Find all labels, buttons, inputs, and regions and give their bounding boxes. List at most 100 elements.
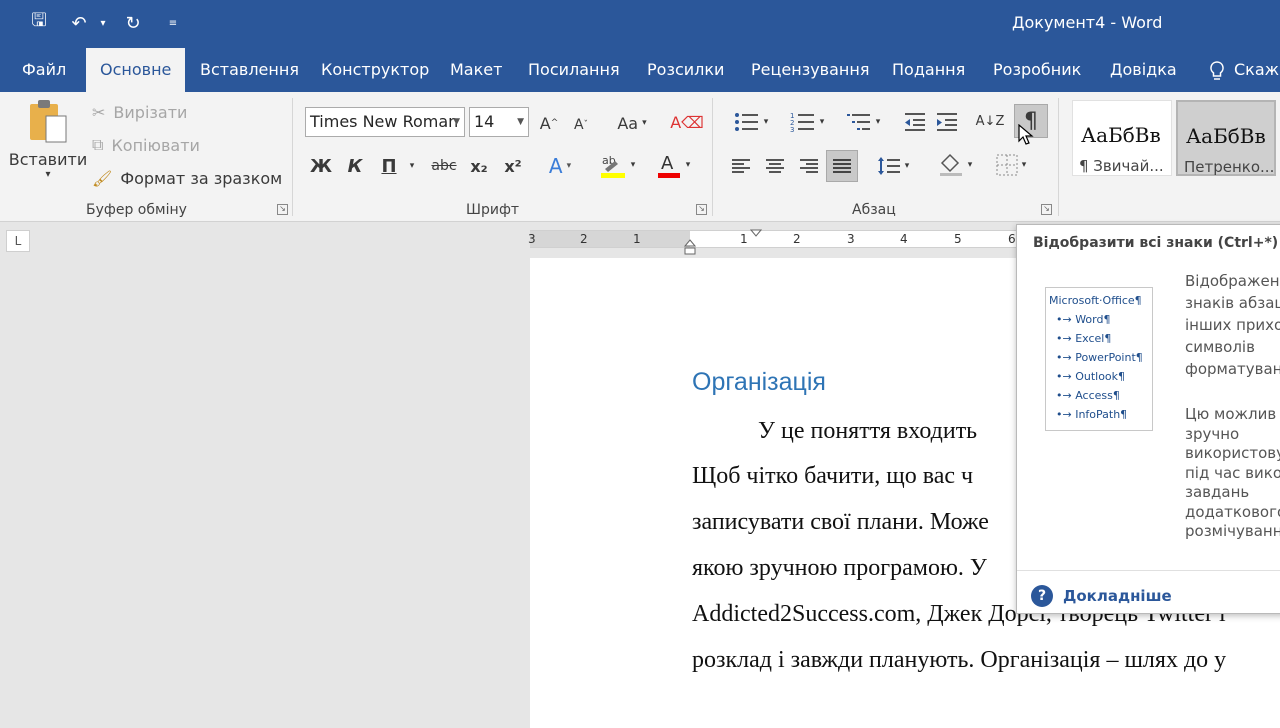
paste-button[interactable]: Вставити ▾ [8, 98, 88, 194]
sort-button[interactable]: A↓Z [975, 106, 1005, 136]
tooltip-line: знаків абзац [1185, 294, 1280, 312]
font-size-value: 14 [474, 112, 495, 131]
tab-design[interactable]: Конструктор [319, 48, 431, 92]
paragraph-line: У це поняття входить [758, 418, 978, 444]
shading-button[interactable]: ▾ [932, 150, 978, 180]
numbering-button[interactable]: 1 2 3 ▾ [784, 108, 830, 136]
first-line-indent-marker[interactable] [750, 229, 762, 237]
tell-me-more-link[interactable]: Докладніше [1063, 587, 1172, 605]
underline-button[interactable]: П [376, 152, 402, 180]
sort-icon: A↓Z [975, 113, 1005, 129]
clipboard-group-label: Буфер обміну [86, 202, 187, 218]
strikethrough-button[interactable]: abc [428, 152, 460, 180]
ribbon-home: Вставити ▾ ✂ Вирізати ⧉ Копіювати 🖌 Формат … [0, 92, 1280, 222]
font-color-button[interactable]: A ▾ [650, 150, 696, 180]
justify-icon [833, 159, 851, 173]
align-center-icon [766, 159, 784, 173]
tab-references[interactable]: Посилання [526, 48, 622, 92]
style-petrenko[interactable]: АаБбВв Петренко... [1176, 100, 1276, 176]
tooltip-description-2: Цю можлив зручно використову під час вик… [1185, 405, 1280, 542]
paste-dropdown-icon[interactable]: ▾ [45, 169, 50, 180]
bullets-button[interactable]: ▾ [728, 108, 774, 136]
align-left-button[interactable] [730, 152, 752, 180]
style-sample: АаБбВв [1186, 124, 1266, 148]
scissors-icon: ✂ [92, 102, 106, 122]
align-right-button[interactable] [798, 152, 820, 180]
decrease-indent-button[interactable] [902, 108, 928, 136]
tab-layout[interactable]: Макет [448, 48, 504, 92]
cut-button[interactable]: ✂ Вирізати [92, 100, 187, 124]
tooltip-line: символів [1185, 338, 1255, 356]
group-divider [1058, 98, 1059, 216]
tooltip-line: завдань [1185, 483, 1250, 501]
decrease-indent-icon [905, 113, 925, 131]
chevron-down-icon[interactable]: ▼ [517, 108, 524, 136]
paste-label: Вставити [8, 150, 88, 169]
tooltip-divider [1017, 570, 1280, 571]
help-icon[interactable]: ? [1031, 585, 1053, 607]
tab-selector[interactable]: L [6, 230, 30, 252]
highlighter-icon: ab [600, 154, 625, 178]
tab-developer[interactable]: Розробник [991, 48, 1083, 92]
tab-review[interactable]: Рецензування [749, 48, 871, 92]
paragraph-group-label: Абзац [852, 202, 896, 218]
line-spacing-button[interactable]: ▾ [870, 152, 916, 180]
copy-button[interactable]: ⧉ Копіювати [92, 133, 200, 157]
ruler-tick: 5 [954, 232, 962, 246]
change-case-button[interactable]: Aa ▾ [610, 110, 654, 136]
paragraph-line: якою зручною програмою. У [692, 555, 987, 581]
style-normal[interactable]: АаБбВв ¶ Звичай... [1072, 100, 1172, 176]
ruler-tick: 4 [900, 232, 908, 246]
tab-insert[interactable]: Вставлення [198, 48, 301, 92]
save-icon[interactable]: 🖫 [26, 10, 52, 36]
tell-me-label: Скаж [1234, 60, 1280, 79]
underline-dropdown-icon[interactable]: ▾ [404, 152, 420, 180]
copy-label: Копіювати [111, 135, 200, 155]
tell-me-search[interactable]: Скаж [1208, 48, 1279, 92]
borders-button[interactable]: ▾ [988, 150, 1034, 180]
paintbrush-icon: 🖌 [92, 168, 113, 188]
illustration-line: •→ PowerPoint¶ [1056, 351, 1143, 364]
ruler-tick: 1 [633, 232, 641, 246]
illustration-line: •→ Excel¶ [1056, 332, 1112, 345]
multilevel-list-button[interactable]: ▾ [840, 108, 886, 136]
font-name-combo[interactable]: Times New Roman ▼ [305, 107, 465, 137]
tab-view[interactable]: Подання [890, 48, 967, 92]
tab-mailings[interactable]: Розсилки [645, 48, 726, 92]
tooltip-line: Відображен [1185, 272, 1280, 290]
undo-dropdown-icon[interactable]: ▾ [96, 10, 110, 36]
undo-icon[interactable]: ↶ [66, 10, 92, 36]
tab-help[interactable]: Довідка [1108, 48, 1179, 92]
align-center-button[interactable] [764, 152, 786, 180]
superscript-button[interactable]: x² [500, 152, 526, 180]
customize-qat-icon[interactable]: ≡ [166, 10, 180, 36]
illustration-line: •→ Access¶ [1056, 389, 1120, 402]
highlight-button[interactable]: ab ▾ [594, 150, 640, 180]
tab-home[interactable]: Основне [86, 48, 186, 92]
text-effects-button[interactable]: A ▾ [540, 152, 580, 180]
font-size-combo[interactable]: 14 ▼ [469, 107, 529, 137]
mouse-cursor-icon [1018, 124, 1034, 145]
redo-icon[interactable]: ↻ [120, 10, 146, 36]
font-launcher-icon[interactable]: ↘ [696, 204, 707, 215]
hanging-indent-marker[interactable] [684, 239, 696, 257]
illustration-line: •→ InfoPath¶ [1056, 408, 1128, 421]
increase-indent-button[interactable] [934, 108, 960, 136]
format-painter-button[interactable]: 🖌 Формат за зразком [92, 166, 282, 190]
lightbulb-icon [1210, 60, 1224, 80]
subscript-button[interactable]: x₂ [466, 152, 492, 180]
italic-button[interactable]: К [342, 152, 368, 180]
tooltip-line: форматуван [1185, 360, 1280, 378]
clear-formatting-button[interactable]: A⌫ [670, 108, 704, 136]
justify-button[interactable] [826, 150, 858, 182]
tooltip-line: додаткового [1185, 502, 1280, 521]
tooltip-line: під час вико [1185, 463, 1280, 482]
bold-button[interactable]: Ж [308, 152, 334, 180]
paragraph-line: записувати свої плани. Може [692, 509, 989, 535]
shrink-font-button[interactable]: Aˇ [570, 112, 592, 138]
paragraph-launcher-icon[interactable]: ↘ [1041, 204, 1052, 215]
tab-file[interactable]: Файл [20, 48, 68, 92]
grow-font-button[interactable]: A ^ [538, 110, 560, 136]
clipboard-launcher-icon[interactable]: ↘ [277, 204, 288, 215]
chevron-down-icon[interactable]: ▼ [453, 108, 460, 136]
